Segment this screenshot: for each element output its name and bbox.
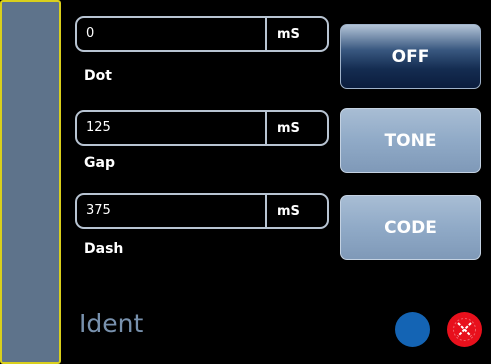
gap-field[interactable]: 125 mS	[75, 110, 329, 146]
dash-value[interactable]: 375	[77, 195, 265, 227]
gap-unit: mS	[277, 120, 300, 136]
off-button[interactable]: OFF	[340, 24, 481, 89]
gap-label: Gap	[84, 155, 115, 171]
dash-unit: mS	[277, 203, 300, 219]
code-button[interactable]: CODE	[340, 195, 481, 260]
dash-field[interactable]: 375 mS	[75, 193, 329, 229]
close-icon[interactable]	[447, 312, 482, 347]
side-panel[interactable]	[0, 0, 61, 364]
gap-value[interactable]: 125	[77, 112, 265, 144]
tone-button[interactable]: TONE	[340, 108, 481, 173]
close-icon-glyph	[453, 318, 476, 341]
dot-field[interactable]: 0 mS	[75, 16, 329, 52]
blue-circle-icon[interactable]	[395, 312, 430, 347]
panel-title: Ident	[79, 309, 144, 338]
dot-unit: mS	[277, 26, 300, 42]
ident-window: 0 mS Dot 125 mS Gap 375 mS Dash OFF TONE…	[0, 0, 491, 364]
dot-label: Dot	[84, 68, 112, 84]
dash-label: Dash	[84, 241, 124, 257]
dot-value[interactable]: 0	[77, 18, 265, 50]
